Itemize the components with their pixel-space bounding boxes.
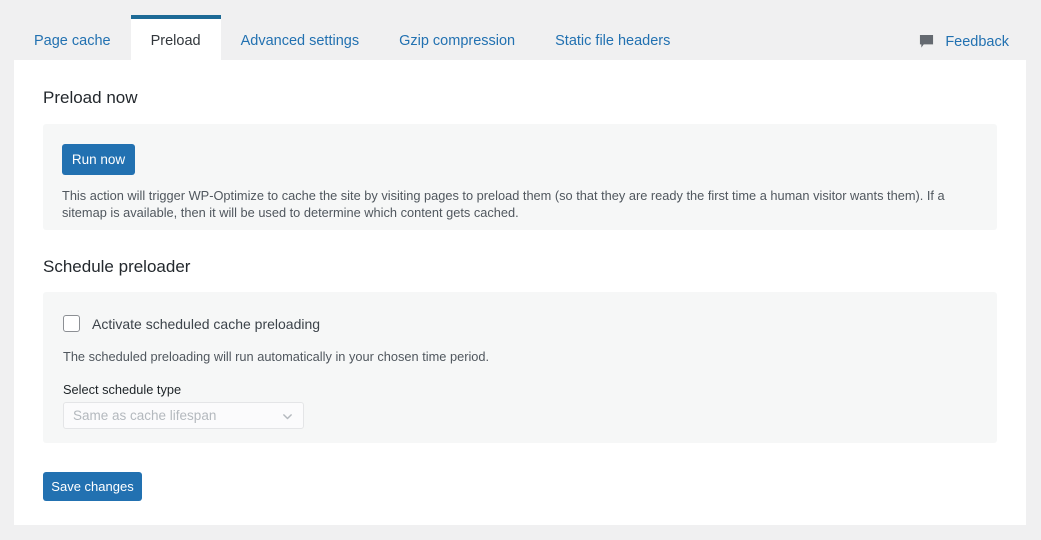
activate-scheduled-preloading-row[interactable]: Activate scheduled cache preloading bbox=[63, 315, 320, 332]
preload-now-description: This action will trigger WP-Optimize to … bbox=[62, 188, 945, 220]
preload-now-heading: Preload now bbox=[43, 88, 138, 107]
tab-bar: Page cache Preload Advanced settings Gzi… bbox=[0, 0, 1041, 64]
schedule-preloader-heading: Schedule preloader bbox=[43, 257, 191, 276]
tab-advanced-settings[interactable]: Advanced settings bbox=[221, 19, 380, 64]
schedule-preloader-panel: Activate scheduled cache preloading The … bbox=[43, 292, 997, 443]
feedback-label: Feedback bbox=[945, 33, 1009, 50]
schedule-preloader-description: The scheduled preloading will run automa… bbox=[63, 349, 490, 364]
select-schedule-type-dropdown[interactable]: Same as cache lifespan bbox=[63, 402, 304, 429]
select-schedule-type-value: Same as cache lifespan bbox=[73, 408, 217, 423]
tab-page-cache[interactable]: Page cache bbox=[14, 19, 131, 64]
tab-list: Page cache Preload Advanced settings Gzi… bbox=[14, 0, 690, 64]
activate-scheduled-preloading-checkbox[interactable] bbox=[63, 315, 80, 332]
run-now-button[interactable]: Run now bbox=[62, 144, 135, 175]
preload-now-panel: Run now This action will trigger WP-Opti… bbox=[43, 124, 997, 230]
activate-scheduled-preloading-label[interactable]: Activate scheduled cache preloading bbox=[92, 316, 320, 332]
save-changes-button[interactable]: Save changes bbox=[43, 472, 142, 501]
tab-preload[interactable]: Preload bbox=[130, 15, 221, 64]
speech-bubble-icon bbox=[919, 34, 934, 49]
tab-gzip-compression[interactable]: Gzip compression bbox=[379, 19, 535, 64]
select-schedule-type-label: Select schedule type bbox=[63, 382, 182, 397]
tab-static-file-headers[interactable]: Static file headers bbox=[535, 19, 690, 64]
chevron-down-icon bbox=[282, 410, 293, 421]
feedback-link[interactable]: Feedback bbox=[919, 19, 1009, 64]
